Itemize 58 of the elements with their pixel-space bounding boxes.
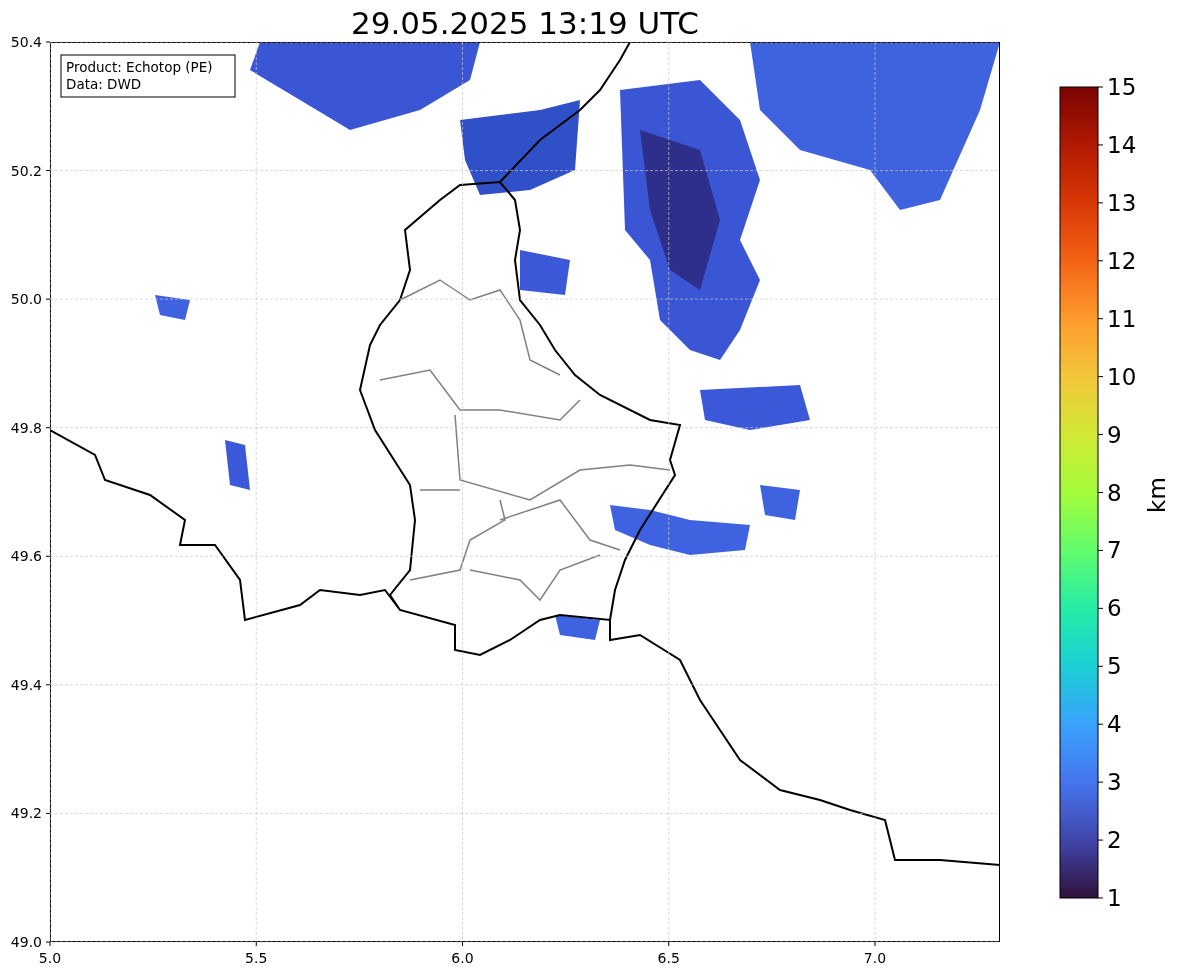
tick-mark <box>45 812 51 814</box>
x-tick-label: 5.0 <box>38 950 62 966</box>
colorbar-label: km <box>1144 477 1170 513</box>
x-tick-label: 5.5 <box>245 950 268 966</box>
x-tick-label: 6.0 <box>451 950 474 966</box>
tick-mark <box>1097 549 1104 551</box>
tick-mark <box>1097 376 1104 378</box>
y-tick-label: 49.4 <box>10 676 42 693</box>
tick-mark <box>1097 144 1104 146</box>
colorbar-tick-label: 5 <box>1107 653 1122 680</box>
y-tick-label: 49.6 <box>10 548 42 565</box>
tick-mark <box>1097 318 1104 320</box>
tick-mark <box>1097 202 1104 204</box>
colorbar-tick-label: 8 <box>1107 479 1122 506</box>
tick-mark <box>1097 897 1104 899</box>
tick-mark <box>1097 434 1104 436</box>
x-tick-label: 7.0 <box>863 950 887 966</box>
tick-mark <box>45 170 51 172</box>
colorbar-tick-label: 1 <box>1107 885 1122 911</box>
tick-mark <box>1097 260 1104 262</box>
tick-mark <box>1097 839 1104 841</box>
colorbar-tick-label: 10 <box>1107 363 1137 390</box>
tick-mark <box>1097 781 1104 783</box>
colorbar-tick-label: 13 <box>1107 189 1137 216</box>
x-tick-label: 6.5 <box>657 950 680 966</box>
tick-mark <box>255 941 257 947</box>
tick-mark <box>45 684 51 686</box>
colorbar-tick-label: 14 <box>1107 131 1137 158</box>
tick-mark <box>874 941 876 947</box>
tick-mark <box>1097 492 1104 493</box>
y-tick-label: 50.2 <box>10 162 42 179</box>
y-tick-label: 50.4 <box>10 34 42 50</box>
tick-mark <box>45 41 51 43</box>
colorbar-tick-label: 3 <box>1107 769 1122 796</box>
colorbar-tick-label: 6 <box>1107 595 1122 622</box>
tick-mark <box>1097 86 1104 88</box>
y-tick-label: 50.0 <box>10 291 42 308</box>
y-tick-label: 49.2 <box>10 805 42 822</box>
tick-mark <box>668 941 670 947</box>
colorbar-tick-label: 9 <box>1107 421 1122 448</box>
tick-mark <box>45 555 51 557</box>
legend-text: Data: DWD <box>66 76 142 92</box>
colorbar-tick-label: 7 <box>1107 537 1122 564</box>
tick-mark <box>1097 665 1104 667</box>
y-tick-label: 49.8 <box>10 419 42 436</box>
tick-mark <box>1097 607 1104 609</box>
plot-title: 29.05.2025 13:19 UTC <box>351 5 699 41</box>
colorbar-tick-label: 12 <box>1107 247 1137 274</box>
colorbar-tick-label: 11 <box>1107 305 1137 332</box>
tick-mark <box>45 427 51 429</box>
colorbar-tick-label: 4 <box>1107 711 1122 738</box>
legend-text: Product: Echotop (PE) <box>66 59 213 75</box>
colorbar-tick-label: 2 <box>1107 827 1122 854</box>
tick-mark <box>45 298 51 300</box>
tick-mark <box>462 941 463 947</box>
tick-mark <box>1097 723 1104 725</box>
y-tick-label: 49.0 <box>10 934 42 950</box>
colorbar-tick-label: 15 <box>1107 74 1137 100</box>
